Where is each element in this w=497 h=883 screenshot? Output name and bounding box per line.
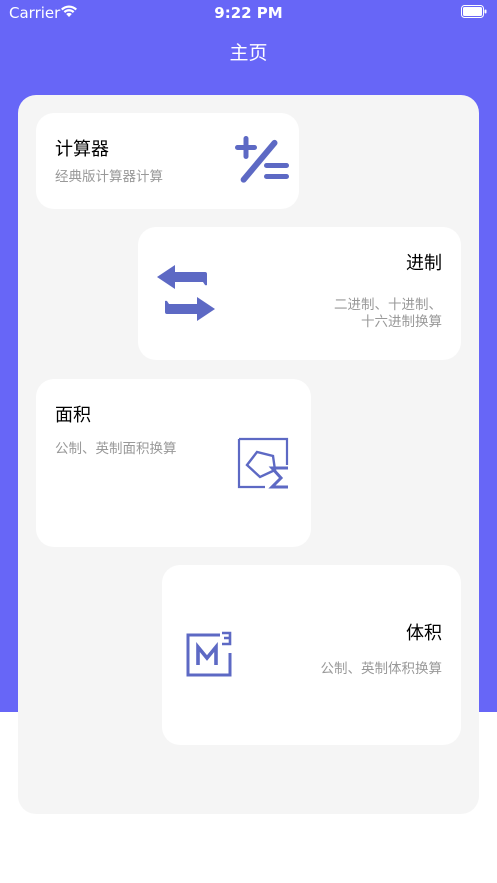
page-title: 主页 — [229, 42, 268, 64]
base-conversion-description-line2: 十六进制换算 — [361, 314, 442, 330]
base-conversion-title: 进制 — [406, 253, 442, 274]
calculator-card[interactable]: 计算器 经典版计算器计算 — [36, 113, 299, 209]
area-description: 公制、英制面积换算 — [55, 441, 177, 457]
volume-card[interactable]: 体积 公制、英制体积换算 — [162, 565, 461, 745]
calculator-description: 经典版计算器计算 — [55, 169, 163, 185]
calculator-title: 计算器 — [55, 139, 109, 160]
area-card[interactable]: 面积 公制、英制面积换算 — [36, 379, 311, 547]
base-conversion-card[interactable]: 进制 二进制、十进制、 十六进制换算 — [138, 227, 461, 360]
battery-icon — [461, 5, 487, 18]
volume-cube-icon — [186, 631, 232, 677]
base-conversion-description-line1: 二进制、十进制、 — [334, 297, 442, 313]
area-icon — [237, 437, 289, 489]
volume-title: 体积 — [406, 623, 442, 644]
area-title: 面积 — [55, 405, 91, 426]
plus-divide-icon — [235, 136, 289, 183]
clock: 9:22 PM — [214, 4, 283, 22]
status-bar: Carrier 9:22 PM — [0, 0, 497, 26]
volume-description: 公制、英制体积换算 — [320, 661, 443, 677]
exchange-arrows-icon — [157, 265, 215, 321]
tools-panel: 计算器 经典版计算器计算 进制 二进制、十进制、 十六进制换算 面积 公制、英制… — [18, 95, 479, 814]
